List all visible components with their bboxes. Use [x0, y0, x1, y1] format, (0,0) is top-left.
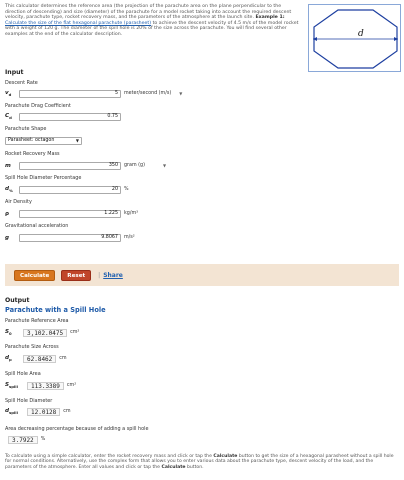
intro-text: This calculator determines the reference… [5, 4, 301, 38]
descent-rate-row: vd 5 meter/second (m/s) ▼ [5, 89, 182, 98]
intro-paragraph: This calculator determines the reference… [5, 4, 292, 21]
descent-rate-symbol: vd [5, 89, 12, 98]
descent-rate-label: Descent Rate [5, 80, 38, 86]
spill-hole-percentage-label: Spill Hole Diameter Percentage [5, 175, 82, 181]
reference-area-symbol: S0 [5, 328, 12, 337]
footer-bold-2: Calculate [161, 464, 186, 470]
chevron-down-icon: ▼ [179, 91, 183, 96]
recovery-mass-input[interactable]: 350 [19, 161, 121, 170]
area-decrease-label: Area decreasing percentage because of ad… [5, 426, 149, 432]
share-link[interactable]: | Share [98, 272, 123, 279]
size-across-value: 62.8462 [23, 354, 57, 363]
calculator-page: This calculator determines the reference… [0, 0, 404, 480]
parachute-shape-row: Parasheet: octagon ▼ [5, 136, 82, 145]
spill-diameter-row: dspill 12.0128 cm [5, 407, 71, 416]
drag-coefficient-symbol: Cd [5, 112, 12, 121]
button-bar: Calculate Reset | Share [5, 264, 399, 286]
spill-area-label: Spill Hole Area [5, 371, 41, 377]
gravity-input[interactable]: 9.8067 [19, 233, 121, 242]
spill-hole-percentage-row: d% 20 % [5, 185, 129, 194]
reset-button[interactable]: Reset [61, 269, 92, 281]
gravity-label: Gravitational acceleration [5, 223, 69, 229]
share-label: Share [103, 271, 123, 279]
air-density-row: ρ 1.225 kg/m³ [5, 209, 138, 218]
mass-unit-select[interactable]: gram (g) ▼ [124, 163, 166, 168]
reference-area-value: 3,102.0475 [23, 328, 68, 337]
spill-area-unit: cm² [66, 383, 77, 388]
size-across-unit: cm [59, 356, 67, 361]
recovery-mass-label: Rocket Recovery Mass [5, 151, 60, 157]
descent-rate-input[interactable]: 5 [19, 89, 121, 98]
descent-rate-unit-select[interactable]: meter/second (m/s) ▼ [124, 91, 182, 96]
drag-coefficient-row: Cd 0.75 [5, 112, 121, 121]
octagon-diagram: d [313, 9, 398, 69]
parachute-figure: d [308, 4, 401, 72]
calculate-button[interactable]: Calculate [14, 269, 56, 281]
size-across-row: dp 62.8462 cm [5, 354, 67, 363]
area-decrease-unit: % [40, 437, 46, 442]
chevron-down-icon: ▼ [162, 163, 167, 168]
spill-area-value: 113.3389 [27, 381, 64, 390]
air-density-input[interactable]: 1.225 [19, 209, 121, 218]
spill-area-row: Sspill 113.3389 cm² [5, 381, 76, 390]
air-density-label: Air Density [5, 199, 32, 205]
drag-coefficient-input[interactable]: 0.75 [19, 112, 121, 121]
example-label: Example 1: [255, 15, 285, 21]
size-across-symbol: dp [5, 354, 12, 363]
spill-area-symbol: Sspill [5, 381, 18, 390]
recovery-mass-row: m 350 gram (g) ▼ [5, 161, 166, 170]
spill-diameter-unit: cm [63, 409, 71, 414]
area-decrease-row: 3.7922 % [8, 435, 45, 444]
footer-text-3: button. [185, 464, 204, 470]
footer-text: To calculate using a simple calculator, … [5, 454, 401, 470]
drag-coefficient-label: Parachute Drag Coefficient [5, 103, 71, 109]
spill-hole-percentage-input[interactable]: 20 [19, 185, 121, 194]
parachute-shape-select[interactable]: Parasheet: octagon ▼ [5, 136, 82, 145]
output-title: Output [5, 297, 30, 304]
chevron-down-icon: ▼ [75, 137, 79, 143]
mass-symbol: m [5, 162, 11, 169]
gravity-symbol: g [5, 234, 10, 241]
size-across-label: Parachute Size Across [5, 344, 59, 350]
density-symbol: ρ [5, 210, 10, 217]
spill-symbol: d% [5, 185, 13, 194]
gravity-unit: m/s² [124, 235, 135, 240]
spill-diameter-value: 12.0128 [27, 407, 61, 416]
spill-unit: % [124, 187, 129, 192]
diameter-label: d [358, 29, 364, 39]
input-title: Input [5, 69, 24, 76]
area-decrease-value: 3.7922 [8, 435, 38, 444]
separator: | [98, 271, 101, 279]
reference-area-unit: cm² [70, 330, 80, 335]
air-density-unit: kg/m³ [124, 211, 139, 216]
spill-diameter-label: Spill Hole Diameter [5, 398, 53, 404]
parachute-shape-label: Parachute Shape [5, 126, 47, 132]
spill-diameter-symbol: dspill [5, 407, 18, 416]
reference-area-label: Parachute Reference Area [5, 318, 69, 324]
output-subtitle: Parachute with a Spill Hole [5, 306, 106, 314]
reference-area-row: S0 3,102.0475 cm² [5, 328, 79, 337]
gravity-row: g 9.8067 m/s² [5, 233, 135, 242]
